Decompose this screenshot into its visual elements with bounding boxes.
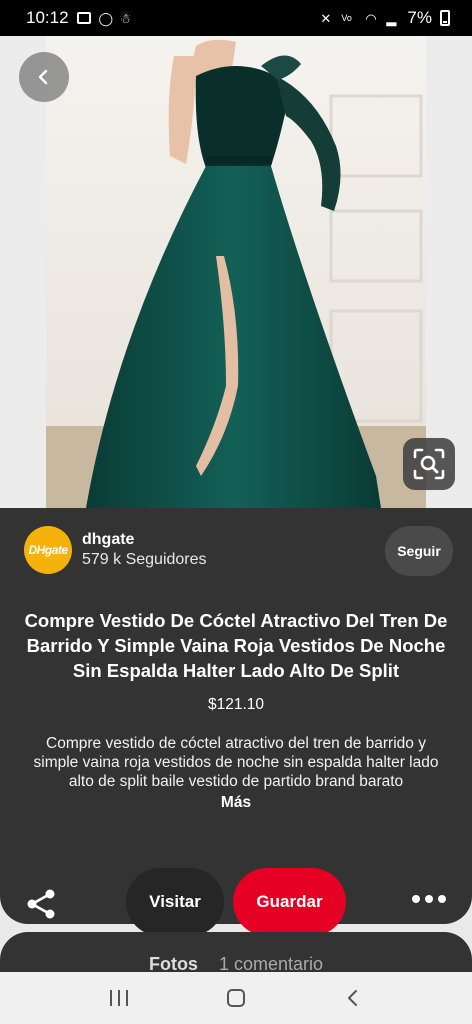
whatsapp-notification-icon: ◯ <box>98 10 114 26</box>
recent-bar <box>125 990 128 1006</box>
battery-percent: 7% <box>407 8 432 27</box>
more-dot <box>425 895 433 903</box>
share-button[interactable] <box>26 888 58 920</box>
avatar[interactable]: DHgate <box>24 526 72 574</box>
recent-apps-button[interactable] <box>109 990 128 1006</box>
visual-search-button[interactable] <box>403 438 455 490</box>
gallery-notification-icon <box>76 12 91 24</box>
status-left: 10:12 ◯ ☃ <box>26 8 133 28</box>
mute-icon: ✕ <box>320 10 332 26</box>
app-notification-icon: ☃ <box>119 10 132 26</box>
home-button[interactable] <box>226 989 245 1007</box>
pin-image-area[interactable] <box>0 36 472 508</box>
pinner-info[interactable]: DHgate dhgate 579 k Seguidores <box>24 526 207 574</box>
visit-button[interactable]: Visitar <box>126 868 224 936</box>
recent-bar <box>117 990 120 1006</box>
battery-icon <box>440 10 450 26</box>
chevron-left-icon <box>38 69 48 85</box>
dress-illustration <box>46 36 426 508</box>
pin-description: Compre vestido de cóctel atractivo del t… <box>33 735 439 790</box>
pin-info-card: DHgate dhgate 579 k Seguidores Seguir Co… <box>0 508 472 936</box>
status-bar: 10:12 ◯ ☃ ✕ Vo ◠ ▂ 7% <box>0 0 472 36</box>
follow-button[interactable]: Seguir <box>385 526 453 576</box>
more-options-button[interactable] <box>412 894 446 904</box>
tab-photos[interactable]: Fotos <box>149 954 198 972</box>
share-icon <box>27 889 55 919</box>
volte-icon: Vo <box>341 12 352 23</box>
comments-tabs: Fotos 1 comentario <box>0 954 472 972</box>
avatar-text: DHgate <box>28 543 68 557</box>
back-button[interactable] <box>19 52 69 102</box>
dress-photo[interactable] <box>46 36 426 508</box>
pinner-name[interactable]: dhgate <box>82 530 207 550</box>
pinner-followers: 579 k Seguidores <box>82 551 207 568</box>
tab-comments[interactable]: 1 comentario <box>219 954 323 972</box>
comments-card: Fotos 1 comentario <box>0 932 472 972</box>
pin-price: $121.10 <box>207 696 265 713</box>
more-link[interactable]: Más <box>0 794 472 812</box>
wifi-icon: ◠ <box>365 10 377 26</box>
save-button[interactable]: Guardar <box>233 868 346 936</box>
system-nav-bar <box>0 972 472 1024</box>
status-right: ✕ Vo ◠ ▂ 7% <box>320 8 450 28</box>
recent-bar <box>109 990 112 1006</box>
pin-detail-screen: DHgate dhgate 579 k Seguidores Seguir Co… <box>0 36 472 972</box>
signal-icon: ▂ <box>386 10 397 26</box>
nav-back-button[interactable] <box>344 989 362 1007</box>
pinner-text: dhgate 579 k Seguidores <box>82 530 207 570</box>
more-dot <box>438 895 446 903</box>
pin-title: Compre Vestido De Cóctel Atractivo Del T… <box>24 610 448 681</box>
more-dot <box>412 895 420 903</box>
back-arrow-icon <box>348 990 358 1006</box>
status-time: 10:12 <box>26 8 69 27</box>
visual-search-icon <box>413 448 445 480</box>
